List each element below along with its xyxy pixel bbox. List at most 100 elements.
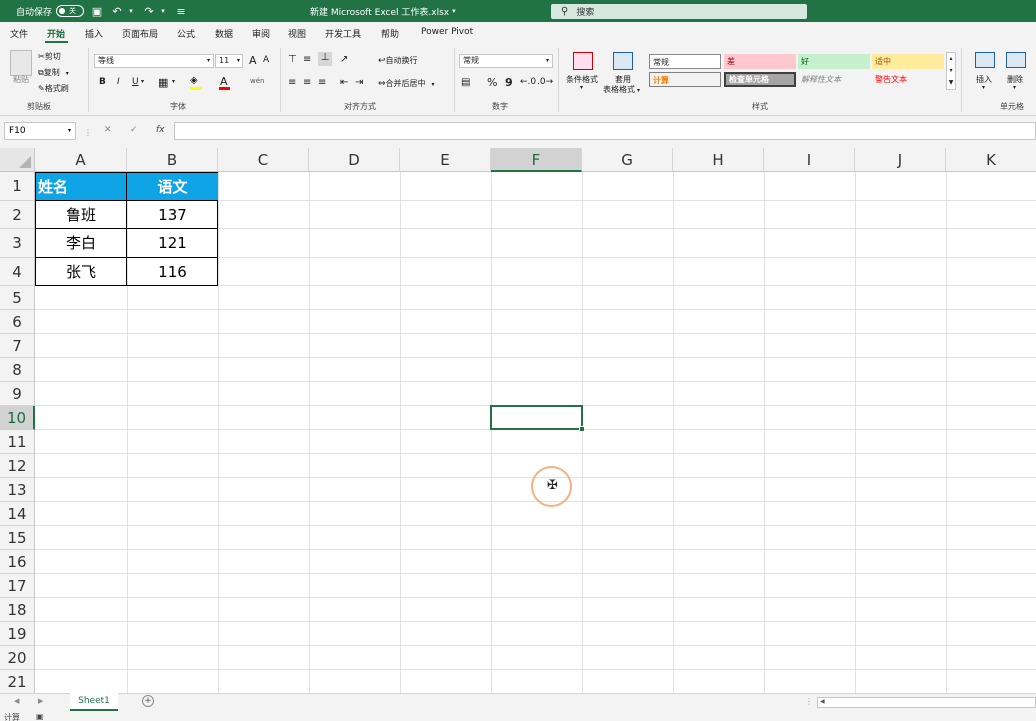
select-all-button[interactable] bbox=[0, 148, 35, 172]
row-header-14[interactable]: 14 bbox=[0, 502, 35, 526]
column-header-i[interactable]: I bbox=[764, 148, 855, 172]
redo-icon[interactable]: ↷ bbox=[142, 5, 156, 18]
increase-decimal-icon[interactable]: ←.0 bbox=[520, 77, 536, 87]
macro-record-icon[interactable]: ▣ bbox=[36, 712, 44, 721]
align-bottom-icon[interactable]: ⊥ bbox=[318, 52, 332, 66]
tab-file[interactable]: 文件 bbox=[10, 27, 28, 40]
align-top-icon[interactable]: ⊤ bbox=[288, 54, 297, 65]
row-header-17[interactable]: 17 bbox=[0, 574, 35, 598]
align-right-icon[interactable]: ≡ bbox=[318, 77, 326, 88]
tab-review[interactable]: 审阅 bbox=[252, 27, 270, 40]
row-header-11[interactable]: 11 bbox=[0, 430, 35, 454]
row-header-21[interactable]: 21 bbox=[0, 670, 35, 693]
increase-indent-icon[interactable]: ⇥ bbox=[355, 77, 363, 88]
row-header-6[interactable]: 6 bbox=[0, 310, 35, 334]
underline-button[interactable]: U bbox=[132, 77, 139, 87]
next-sheet-icon[interactable]: ▶ bbox=[38, 697, 43, 705]
prev-sheet-icon[interactable]: ◀ bbox=[14, 697, 19, 705]
copy-button[interactable]: ⧉复制 ▾ bbox=[38, 67, 69, 78]
style-warning[interactable]: 警告文本 bbox=[872, 72, 944, 87]
comma-style-button[interactable]: 9 bbox=[505, 76, 513, 89]
orientation-icon[interactable]: ↗ bbox=[340, 54, 348, 65]
row-header-3[interactable]: 3 bbox=[0, 229, 35, 258]
scroll-left-icon[interactable]: ◀ bbox=[820, 698, 825, 705]
row-header-10[interactable]: 10 bbox=[0, 406, 35, 430]
decrease-decimal-icon[interactable]: .0→ bbox=[537, 77, 553, 87]
border-icon[interactable]: ▦ bbox=[158, 76, 168, 89]
tab-help[interactable]: 帮助 bbox=[381, 27, 399, 40]
autosave[interactable]: 自动保存 关 bbox=[16, 0, 85, 22]
horizontal-scrollbar[interactable]: ◀ bbox=[817, 697, 1036, 708]
row-header-8[interactable]: 8 bbox=[0, 358, 35, 382]
style-explanatory[interactable]: 解释性文本 bbox=[798, 72, 870, 87]
delete-cells-icon[interactable] bbox=[1006, 52, 1026, 68]
tab-insert[interactable]: 插入 bbox=[85, 27, 103, 40]
accounting-format-icon[interactable]: ▤ bbox=[461, 77, 470, 88]
number-format-select[interactable]: 常规 ▾ bbox=[459, 54, 553, 68]
paste-icon[interactable] bbox=[10, 50, 32, 76]
row-header-18[interactable]: 18 bbox=[0, 598, 35, 622]
name-box[interactable]: F10 ▾ bbox=[4, 122, 76, 140]
column-header-g[interactable]: G bbox=[582, 148, 673, 172]
row-header-2[interactable]: 2 bbox=[0, 201, 35, 229]
row-header-19[interactable]: 19 bbox=[0, 622, 35, 646]
row-header-7[interactable]: 7 bbox=[0, 334, 35, 358]
align-center-icon[interactable]: ≡ bbox=[303, 77, 311, 88]
format-as-table-button[interactable]: 表格格式 ▾ bbox=[603, 84, 640, 95]
row-header-13[interactable]: 13 bbox=[0, 478, 35, 502]
conditional-format-dropdown-icon[interactable]: ▾ bbox=[580, 84, 583, 91]
tab-power-pivot[interactable]: Power Pivot bbox=[421, 27, 473, 37]
row-header-20[interactable]: 20 bbox=[0, 646, 35, 670]
sheet-tab-sheet1[interactable]: Sheet1 bbox=[70, 693, 118, 711]
table-header-chinese[interactable]: 语文 bbox=[127, 173, 218, 201]
cut-button[interactable]: ✂剪切 bbox=[38, 51, 61, 62]
percent-button[interactable]: % bbox=[487, 76, 497, 89]
table-header-name[interactable]: 姓名 bbox=[36, 173, 127, 201]
redo-dropdown-icon[interactable]: ▾ bbox=[156, 7, 170, 15]
style-neutral[interactable]: 适中 bbox=[872, 54, 944, 69]
style-calculation[interactable]: 计算 bbox=[649, 72, 721, 87]
table-cell-name[interactable]: 张飞 bbox=[36, 258, 127, 286]
tab-developer[interactable]: 开发工具 bbox=[325, 27, 361, 40]
undo-icon[interactable]: ↶ bbox=[110, 5, 124, 18]
table-cell-score[interactable]: 121 bbox=[127, 229, 218, 258]
insert-function-icon[interactable]: fx bbox=[156, 125, 165, 135]
row-header-5[interactable]: 5 bbox=[0, 286, 35, 310]
row-header-16[interactable]: 16 bbox=[0, 550, 35, 574]
formula-input[interactable] bbox=[174, 122, 1036, 140]
table-cell-name[interactable]: 李白 bbox=[36, 229, 127, 258]
search-box[interactable]: ⚲ 搜索 bbox=[551, 4, 807, 19]
cancel-icon[interactable]: ✕ bbox=[104, 125, 112, 135]
tab-formulas[interactable]: 公式 bbox=[177, 27, 195, 40]
table-cell-score[interactable]: 137 bbox=[127, 201, 218, 229]
autosave-toggle[interactable]: 关 bbox=[56, 5, 85, 17]
add-sheet-button[interactable]: + bbox=[142, 695, 154, 707]
font-size-select[interactable]: 11 ▾ bbox=[215, 54, 243, 68]
column-header-a[interactable]: A bbox=[35, 148, 127, 172]
phonetic-button[interactable]: wén bbox=[250, 77, 264, 85]
row-header-12[interactable]: 12 bbox=[0, 454, 35, 478]
column-header-e[interactable]: E bbox=[400, 148, 491, 172]
style-check-cell[interactable]: 检查单元格 bbox=[724, 72, 796, 87]
worksheet-grid[interactable]: A B C D E F G H I J K 1 2 3 4 5 6 7 8 9 … bbox=[0, 148, 1036, 693]
grow-font-button[interactable]: A bbox=[249, 54, 257, 67]
merge-center-button[interactable]: ⇔合并后居中 ▾ bbox=[378, 78, 435, 89]
tab-data[interactable]: 数据 bbox=[215, 27, 233, 40]
decrease-indent-icon[interactable]: ⇤ bbox=[340, 77, 348, 88]
save-icon[interactable]: ▣ bbox=[90, 5, 104, 18]
paste-label[interactable]: 粘贴 bbox=[13, 74, 29, 85]
column-header-f[interactable]: F bbox=[491, 148, 582, 172]
column-header-h[interactable]: H bbox=[673, 148, 764, 172]
fill-handle[interactable] bbox=[579, 426, 585, 432]
column-header-k[interactable]: K bbox=[946, 148, 1036, 172]
format-as-table-icon[interactable] bbox=[613, 52, 633, 70]
border-dropdown-icon[interactable]: ▾ bbox=[172, 78, 175, 85]
align-left-icon[interactable]: ≡ bbox=[288, 77, 296, 88]
format-painter-button[interactable]: ✎格式刷 bbox=[38, 83, 69, 94]
underline-dropdown-icon[interactable]: ▾ bbox=[141, 78, 144, 85]
delete-dropdown-icon[interactable]: ▾ bbox=[1013, 84, 1016, 91]
active-cell-f10[interactable] bbox=[490, 405, 585, 432]
customize-toolbar-icon[interactable]: ≡ bbox=[174, 5, 188, 18]
window-title[interactable]: 新建 Microsoft Excel 工作表.xlsx ▾ bbox=[310, 0, 456, 22]
column-header-c[interactable]: C bbox=[218, 148, 309, 172]
